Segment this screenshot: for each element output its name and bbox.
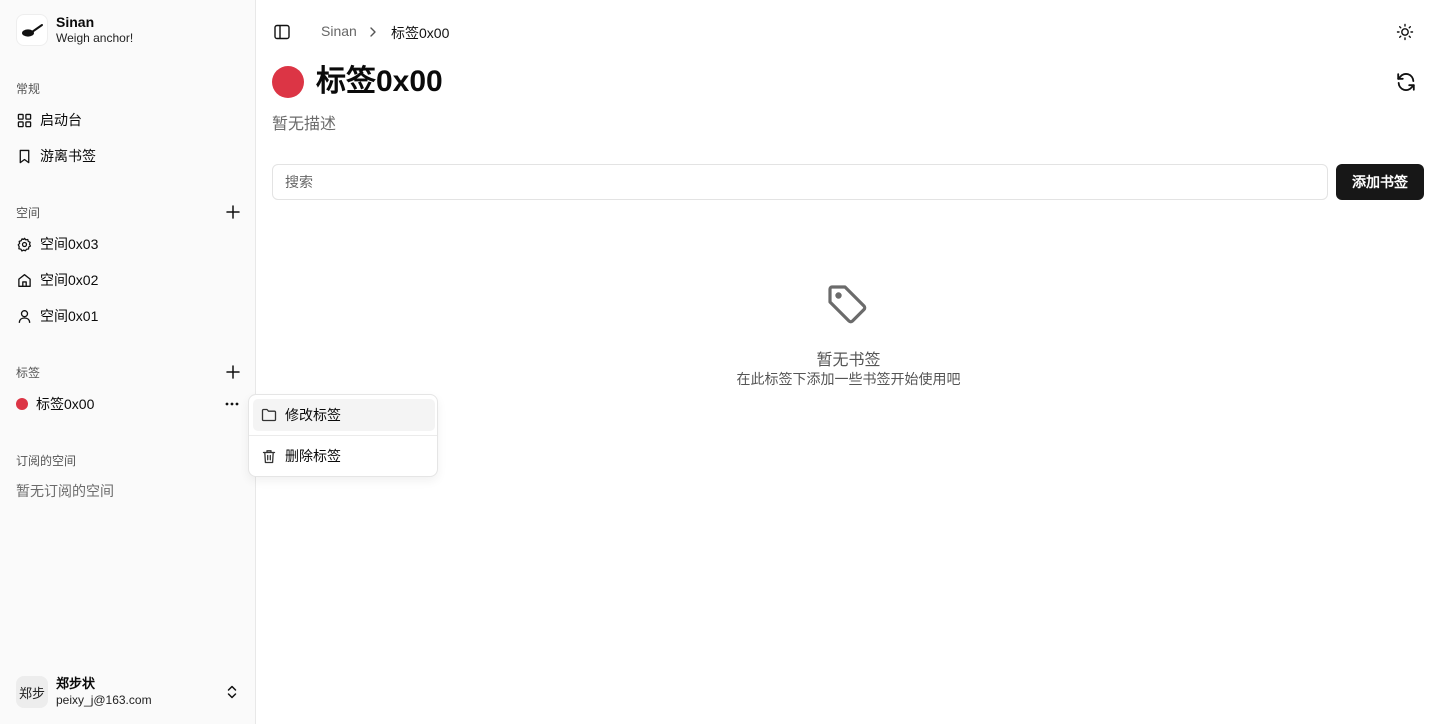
sidebar-item-label: 空间0x02 (40, 272, 99, 288)
brand[interactable]: Sinan Weigh anchor! (16, 14, 133, 46)
sidebar-item-space-0x03[interactable]: 空间0x03 (8, 228, 248, 260)
tag-color-dot (272, 66, 304, 98)
sidebar-item-label: 启动台 (40, 112, 82, 128)
sidebar-item-loose-bookmarks[interactable]: 游离书签 (8, 140, 248, 172)
user-email: peixy_j@163.com (56, 693, 152, 707)
menu-item-label: 删除标签 (285, 448, 341, 464)
section-label-spaces: 空间 (16, 206, 41, 220)
user-name: 郑步状 (56, 676, 96, 691)
tag-color-dot (16, 398, 28, 410)
sidebar-item-space-0x01[interactable]: 空间0x01 (8, 300, 248, 332)
section-label-tags: 标签 (16, 366, 41, 380)
main-content: Sinan 标签0x00 标签0x00 暂无描述 添加书签 暂无书签 在此标签下… (257, 0, 1440, 724)
section-label-general: 常规 (16, 82, 41, 96)
delete-tag-menu-item[interactable]: 删除标签 (253, 440, 435, 472)
section-label-subscribed: 订阅的空间 (16, 454, 77, 468)
user-menu[interactable]: 郑步 郑步状 peixy_j@163.com (8, 670, 248, 714)
sidebar-item-label: 游离书签 (40, 148, 96, 164)
add-tag-button[interactable] (224, 363, 242, 381)
sidebar-item-label: 空间0x03 (40, 236, 99, 252)
sidebar-item-space-0x02[interactable]: 空间0x02 (8, 264, 248, 296)
chevron-up-down-icon (226, 684, 238, 700)
search-input[interactable] (272, 164, 1328, 200)
home-icon (16, 272, 32, 288)
app-name: Sinan (56, 14, 95, 30)
sidebar-item-label: 空间0x01 (40, 308, 99, 324)
page-title: 标签0x00 (316, 65, 443, 98)
ladle-icon (16, 14, 48, 46)
user-icon (16, 308, 32, 324)
edit-tag-menu-item[interactable]: 修改标签 (253, 399, 435, 431)
gear-icon (16, 236, 32, 252)
trash-icon (261, 448, 277, 464)
chevron-right-icon (368, 26, 378, 38)
empty-state-description: 在此标签下添加一些书签开始使用吧 (736, 371, 961, 387)
add-space-button[interactable] (224, 203, 242, 221)
bookmark-icon (16, 148, 32, 164)
folder-icon (261, 407, 277, 423)
breadcrumb-root[interactable]: Sinan (321, 23, 357, 39)
more-options-icon[interactable] (224, 396, 240, 412)
sidebar-item-label: 标签0x00 (36, 396, 95, 412)
sun-icon[interactable] (1396, 23, 1414, 41)
page-description: 暂无描述 (272, 116, 337, 133)
sidebar-toggle-icon[interactable] (273, 23, 291, 41)
tag-icon (825, 282, 869, 326)
empty-state-title: 暂无书签 (816, 352, 881, 369)
tag-context-menu: 修改标签 删除标签 (248, 394, 438, 477)
grid-icon (16, 112, 32, 128)
app-tagline: Weigh anchor! (56, 31, 134, 45)
sidebar: Sinan Weigh anchor! 常规 启动台 游离书签 空间 空间0x0… (0, 0, 256, 724)
menu-divider (249, 435, 437, 436)
subscribed-empty-text: 暂无订阅的空间 (16, 483, 114, 499)
breadcrumb-current: 标签0x00 (391, 25, 450, 41)
sidebar-item-tag-0x00[interactable]: 标签0x00 (8, 388, 248, 420)
menu-item-label: 修改标签 (285, 407, 341, 423)
refresh-icon[interactable] (1395, 71, 1417, 93)
sidebar-item-launchpad[interactable]: 启动台 (8, 104, 248, 136)
avatar: 郑步 (16, 676, 48, 708)
add-bookmark-button[interactable]: 添加书签 (1336, 164, 1424, 200)
